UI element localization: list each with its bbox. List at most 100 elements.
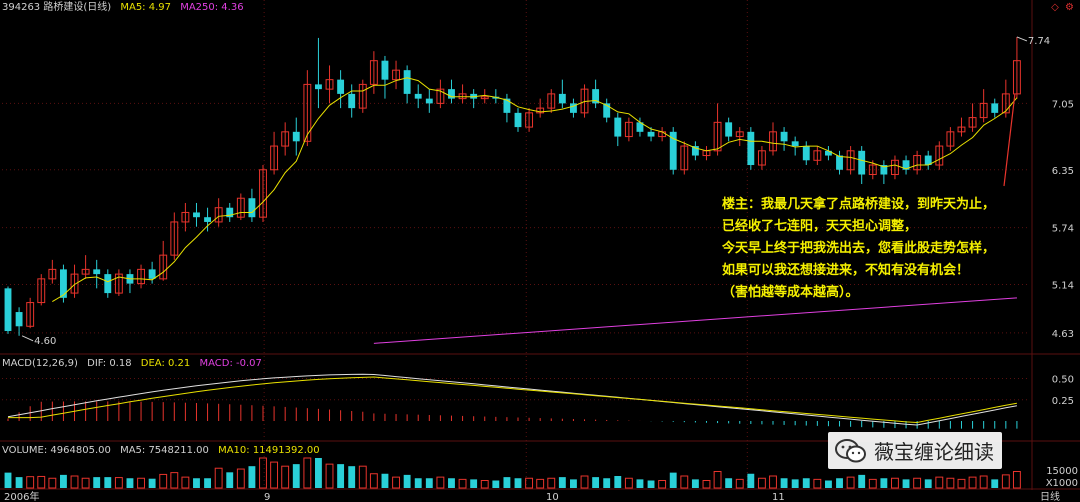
volume-bar xyxy=(658,480,667,489)
stock-title: 394263 路桥建设(日线) xyxy=(2,2,112,13)
volume-bar xyxy=(137,477,145,489)
candle-body xyxy=(381,60,389,80)
candle-body xyxy=(337,79,345,94)
x-tick-label: 9 xyxy=(264,492,270,502)
volume-bar xyxy=(193,478,200,488)
price-tick-label: 7.05 xyxy=(1052,99,1074,110)
volume-bar xyxy=(270,461,279,489)
x-tick-label: 2006年 xyxy=(4,490,39,502)
volume-bar xyxy=(26,476,35,489)
candle-body xyxy=(4,288,12,332)
volume-bar xyxy=(204,478,212,488)
candle-body xyxy=(193,212,200,218)
dea-line xyxy=(8,376,1017,424)
volume-bar xyxy=(414,478,422,488)
volume-bar xyxy=(525,477,534,489)
volume-bar xyxy=(337,464,345,488)
volume-bar xyxy=(769,475,777,489)
volume-bar xyxy=(669,472,677,488)
annotation-line: 如果可以我还想接进来，不知有没有机会！ xyxy=(722,263,970,278)
candle-body xyxy=(791,141,799,147)
volume-bar xyxy=(836,478,843,488)
candle-body xyxy=(403,70,411,94)
volume-bar xyxy=(880,478,888,488)
macd-label: MACD(12,26,9) xyxy=(2,358,78,369)
volume-bar xyxy=(902,479,910,488)
settings-icon[interactable]: ⚙ xyxy=(1065,2,1074,13)
x-tick-label: 10 xyxy=(546,492,559,502)
x-tick-label: 日线 xyxy=(1040,490,1060,502)
volume-bar xyxy=(802,478,810,488)
volume-bar xyxy=(647,480,655,488)
candle-body xyxy=(348,93,356,109)
candle-body xyxy=(802,146,810,161)
brand-watermark: 薇宝缠论细读 xyxy=(828,432,1002,469)
candle-body xyxy=(836,155,843,170)
volume-bar xyxy=(470,479,478,488)
dif-legend: DIF: 0.18 xyxy=(87,358,132,369)
volume-bar xyxy=(70,475,79,489)
volume-bar xyxy=(580,475,589,489)
volume-bar xyxy=(314,458,322,488)
volume-bar xyxy=(259,457,267,489)
volume-bar xyxy=(780,478,788,488)
volume-tick-label: 15000 xyxy=(1046,466,1078,477)
volume-bar xyxy=(236,468,245,489)
volume-bar xyxy=(713,471,722,489)
volume-bar xyxy=(170,472,179,489)
volume-bar xyxy=(369,473,378,489)
candle-body xyxy=(148,269,156,279)
volume-unit-label: X1000 xyxy=(1046,478,1078,489)
volume-bar xyxy=(558,477,566,488)
volume-bar xyxy=(636,479,644,488)
volume-bar xyxy=(979,475,988,489)
candle-body xyxy=(59,269,67,298)
volume-bar xyxy=(48,477,57,489)
volume-bar xyxy=(93,477,101,488)
volume-bar xyxy=(735,478,744,489)
volume-bar xyxy=(425,478,433,488)
annotation-line: （害怕越等成本越高）。 xyxy=(722,285,859,300)
diamond-icon[interactable]: ◇ xyxy=(1051,2,1059,13)
volume-bar xyxy=(624,477,633,489)
volume-bar xyxy=(114,477,123,489)
volume-bar xyxy=(148,478,156,488)
volume-bar xyxy=(569,479,577,488)
volume-bar xyxy=(281,465,290,489)
volume-bar xyxy=(358,465,367,489)
price-tick-label: 6.35 xyxy=(1052,166,1074,177)
volume-ma10-legend: MA10: 11491392.00 xyxy=(218,445,320,456)
candle-body xyxy=(503,98,511,113)
volume-bar xyxy=(747,473,755,488)
volume-bar xyxy=(924,479,932,488)
x-tick-label: 11 xyxy=(772,492,785,502)
candle-body xyxy=(448,89,455,99)
volume-bar xyxy=(392,476,400,489)
low-marker-arrow xyxy=(21,335,34,342)
volume-bar xyxy=(325,463,334,489)
volume-bar xyxy=(37,475,46,489)
volume-bar xyxy=(348,466,356,488)
candle-body xyxy=(15,312,23,327)
volume-bar xyxy=(480,480,489,489)
volume-bar xyxy=(436,476,445,489)
volume-bar xyxy=(126,478,134,488)
volume-bar xyxy=(214,467,223,489)
forum-post-annotation: 楼主：我最几天拿了点路桥建设，到昨天为止， 已经收了七连阳，天天担心调整， 今天… xyxy=(722,194,1067,304)
volume-bar xyxy=(824,480,832,488)
volume-bar xyxy=(1001,474,1010,489)
annotation-line: 已经收了七连阳，天天担心调整， xyxy=(722,219,918,234)
volume-bar xyxy=(592,477,600,488)
top-right-icons[interactable]: ◇ ⚙ xyxy=(1048,2,1074,13)
volume-bar xyxy=(492,480,500,488)
high-marker-arrow xyxy=(1016,36,1028,42)
candle-body xyxy=(425,98,433,104)
volume-bar xyxy=(458,478,467,489)
candle-body xyxy=(991,103,999,113)
volume-bar xyxy=(846,476,855,489)
volume-ma5-legend: MA5: 7548211.00 xyxy=(120,445,209,456)
candle-body xyxy=(858,150,866,175)
volume-bar xyxy=(858,474,866,488)
volume-bar xyxy=(59,474,67,488)
volume-bar xyxy=(968,476,977,489)
